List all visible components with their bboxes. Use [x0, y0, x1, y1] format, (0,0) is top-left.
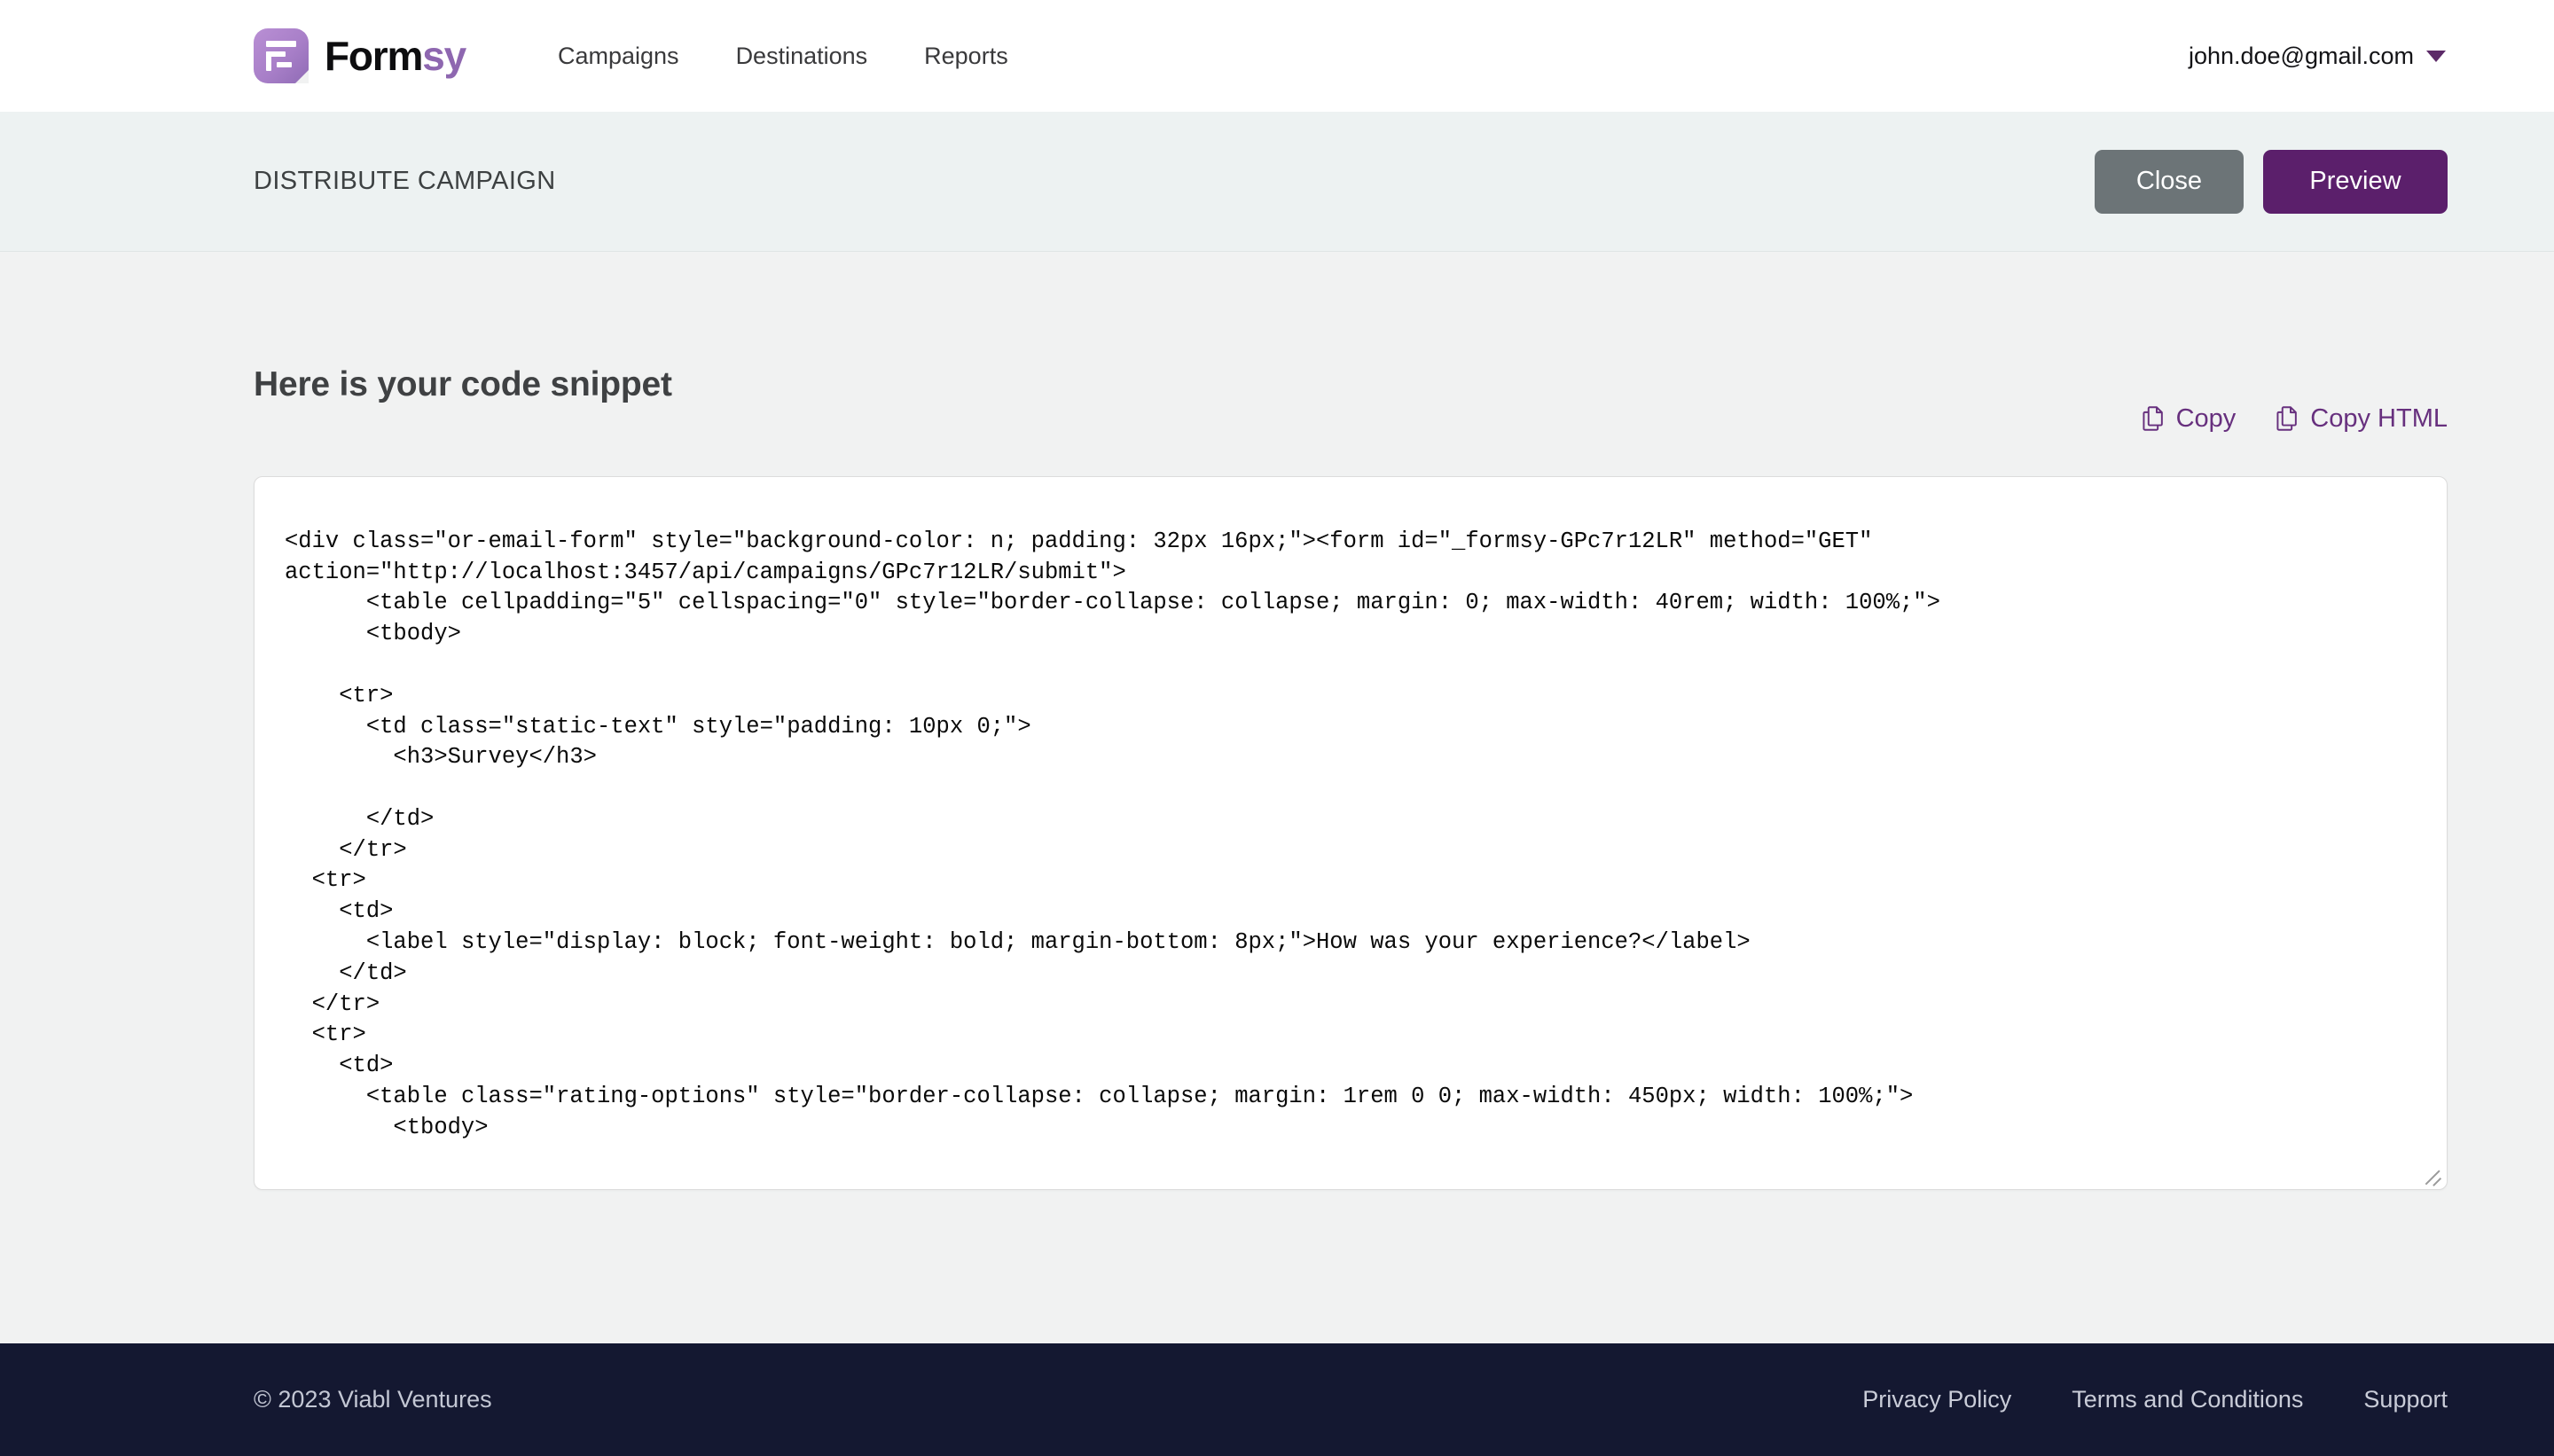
code-snippet-box[interactable]: <div class="or-email-form" style="backgr… — [254, 475, 2448, 1190]
footer-link-terms-and-conditions[interactable]: Terms and Conditions — [2041, 1386, 2333, 1413]
top-navigation-bar: Formsy Campaigns Destinations Reports jo… — [0, 0, 2554, 112]
nav-item-campaigns[interactable]: Campaigns — [529, 43, 708, 70]
resize-handle[interactable] — [2420, 1162, 2443, 1186]
user-email-label: john.doe@gmail.com — [2188, 42, 2414, 69]
footer-copyright: © 2023 Viabl Ventures — [254, 1386, 492, 1413]
main-content: Here is your code snippet Copy Copy HTML… — [0, 252, 2554, 1249]
snippet-actions: Copy Copy HTML — [2143, 404, 2448, 434]
brand-name: Formsy — [325, 35, 466, 76]
footer-link-privacy-policy[interactable]: Privacy Policy — [1832, 1386, 2041, 1413]
snippet-header: Here is your code snippet Copy Copy HTML — [254, 337, 2448, 434]
brand-logo[interactable]: Formsy — [254, 28, 466, 83]
page-title: DISTRIBUTE CAMPAIGN — [254, 167, 556, 195]
formsy-logo-icon — [254, 28, 309, 83]
code-snippet-text[interactable]: <div class="or-email-form" style="backgr… — [255, 477, 2447, 1189]
copy-icon — [2143, 405, 2166, 432]
copy-button[interactable]: Copy — [2143, 403, 2237, 434]
preview-button[interactable]: Preview — [2263, 149, 2448, 214]
copy-html-button[interactable]: Copy HTML — [2276, 404, 2448, 434]
copy-button-label: Copy — [2175, 403, 2237, 433]
nav-item-destinations[interactable]: Destinations — [708, 43, 897, 70]
brand-name-primary: Form — [325, 33, 423, 79]
copy-icon — [2276, 405, 2299, 432]
copy-html-button-label: Copy HTML — [2310, 403, 2448, 433]
footer-links: Privacy Policy Terms and Conditions Supp… — [1832, 1386, 2448, 1413]
subheader-actions: Close Preview — [2095, 149, 2448, 214]
chevron-down-icon — [2426, 50, 2446, 62]
user-account-menu[interactable]: john.doe@gmail.com — [2189, 43, 2552, 70]
page-footer: © 2023 Viabl Ventures Privacy Policy Ter… — [0, 1343, 2554, 1456]
close-button[interactable]: Close — [2095, 149, 2244, 214]
brand-name-accent: sy — [422, 33, 466, 79]
footer-link-support[interactable]: Support — [2333, 1386, 2448, 1413]
page-subheader: DISTRIBUTE CAMPAIGN Close Preview — [0, 112, 2554, 252]
snippet-title: Here is your code snippet — [254, 365, 672, 404]
main-nav-links: Campaigns Destinations Reports — [529, 43, 1037, 70]
nav-item-reports[interactable]: Reports — [896, 43, 1037, 70]
